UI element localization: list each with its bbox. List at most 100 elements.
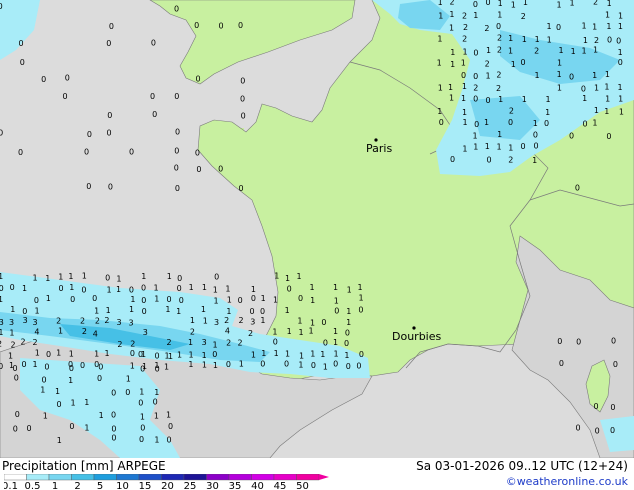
precip-value: 0 (174, 146, 179, 155)
precip-value: 1 (438, 84, 443, 93)
precip-value: 0 (141, 283, 146, 292)
precip-value: 1 (606, 22, 611, 31)
precip-value: 1 (58, 327, 63, 336)
precip-value: 0 (70, 295, 75, 304)
precip-value: 0 (0, 284, 4, 293)
precip-value: 3 (143, 328, 148, 337)
precip-value: 0 (218, 164, 223, 173)
precip-value: 1 (334, 349, 339, 358)
precip-value: 0 (606, 132, 611, 141)
precip-value: 0 (333, 360, 338, 369)
precip-value: 1 (213, 361, 218, 370)
precip-value: 2 (462, 11, 467, 20)
precip-value: 1 (272, 327, 277, 336)
precip-value: 2 (534, 46, 539, 55)
legend-footer: Precipitation [mm] ARPEGE Sa 03-01-2026 … (0, 458, 634, 490)
precip-value: 1 (450, 48, 455, 57)
precip-value: 0 (616, 36, 621, 45)
precip-value: 0 (569, 132, 574, 141)
precip-value: 0 (13, 364, 18, 373)
precip-value: 0 (97, 374, 102, 383)
precip-value: 0 (240, 76, 245, 85)
precip-value: 1 (547, 36, 552, 45)
precip-value: 1 (437, 35, 442, 44)
precip-value: 0 (238, 21, 243, 30)
precip-value: 1 (188, 338, 193, 347)
scale-tick-label: 25 (184, 481, 197, 490)
scale-tick-label: 2 (74, 481, 80, 490)
scale-tick-label: 40 (251, 481, 264, 490)
precip-value: 0 (58, 284, 63, 293)
precip-value: 1 (82, 272, 87, 281)
precip-value: 1 (58, 273, 63, 282)
scale-swatch (26, 474, 50, 481)
precip-value: 1 (618, 22, 623, 31)
city-label-dourbies: Dourbies (392, 330, 442, 343)
scale-swatch (4, 474, 27, 481)
precip-value: 1 (141, 272, 146, 281)
precip-value: 1 (130, 361, 135, 370)
precip-value: 0 (174, 92, 179, 101)
precip-value: 0 (241, 112, 246, 121)
precip-value: 1 (106, 285, 111, 294)
precip-value: 2 (496, 71, 501, 80)
precip-value: 1 (461, 59, 466, 68)
precip-value: 0 (141, 296, 146, 305)
precip-value: 0 (168, 422, 173, 431)
precip-value: 0 (226, 360, 231, 369)
precip-value: 0 (0, 129, 3, 138)
precip-value: 1 (139, 388, 144, 397)
precip-value: 1 (462, 108, 467, 117)
precip-value: 0 (544, 119, 549, 128)
precip-value: 1 (556, 1, 561, 10)
precip-value: 0 (107, 111, 112, 120)
precip-value: 1 (56, 349, 61, 358)
precip-value: 0 (323, 339, 328, 348)
precip-value: 1 (202, 351, 207, 360)
precip-value: 0 (44, 362, 49, 371)
precip-value: 1 (296, 272, 301, 281)
precip-value: 1 (523, 0, 528, 7)
precip-value: 1 (94, 307, 99, 316)
precip-value: 1 (167, 272, 172, 281)
precip-value: 1 (533, 119, 538, 128)
precip-value: 1 (84, 423, 89, 432)
precip-value: 1 (165, 305, 170, 314)
precip-value: 1 (558, 46, 563, 55)
scale-arrow (319, 474, 329, 480)
precip-value: 0 (111, 389, 116, 398)
precip-value: 1 (437, 59, 442, 68)
precip-value: 2 (21, 338, 26, 347)
precip-value: 1 (274, 349, 279, 358)
precip-value: 1 (557, 59, 562, 68)
precip-value: 0 (485, 96, 490, 105)
scale-swatch (251, 474, 275, 481)
precip-value: 0 (174, 164, 179, 173)
precip-value: 0 (109, 22, 114, 31)
precip-value: 1 (130, 295, 135, 304)
precip-value: 0 (196, 165, 201, 174)
precip-value: 1 (22, 284, 27, 293)
precip-value: 1 (309, 327, 314, 336)
precip-value: 1 (8, 352, 13, 361)
precip-value: 0 (439, 118, 444, 127)
precip-value: 0 (473, 0, 478, 9)
precip-value: 2 (508, 155, 513, 164)
credit-link[interactable]: ©weatheronline.co.uk (506, 475, 628, 488)
precip-value: 0 (130, 349, 135, 358)
precip-value: 1 (605, 11, 610, 20)
precip-value: 1 (166, 410, 171, 419)
precipitation-map: 1 2 0 0 1 1 1 1 1 2 11 1 2 1 1 2 1 11 2 2 0 1 0 1 1 1 11 2 2 1 1 1 1 1 2 0 0… (0, 0, 634, 458)
precip-value: 0 (260, 360, 265, 369)
precip-value: 1 (346, 318, 351, 327)
precip-value: 0 (34, 296, 39, 305)
precip-value: 3 (129, 318, 134, 327)
precip-value: 1 (154, 388, 159, 397)
precip-value: 1 (498, 0, 503, 8)
precip-value: 1 (320, 350, 325, 359)
precip-value: 0 (150, 92, 155, 101)
precip-value: 1 (261, 349, 266, 358)
precip-value: 1 (496, 142, 501, 151)
precip-value: 0 (581, 84, 586, 93)
precip-value: 0 (485, 0, 490, 7)
